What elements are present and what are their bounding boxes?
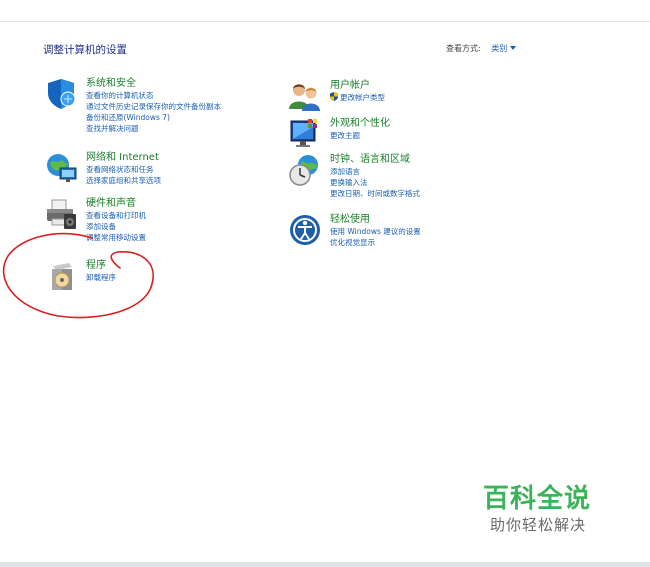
link-mobility-settings[interactable]: 调整常用移动设置 xyxy=(86,232,286,243)
uac-shield-icon xyxy=(330,92,338,101)
link-devices-printers[interactable]: 查看设备和打印机 xyxy=(86,210,286,221)
view-by-dropdown[interactable]: 类别 xyxy=(491,44,517,53)
category-title-appearance[interactable]: 外观和个性化 xyxy=(330,117,530,130)
link-homegroup-sharing[interactable]: 选择家庭组和共享选项 xyxy=(86,175,286,186)
link-change-theme[interactable]: 更改主题 xyxy=(330,130,530,141)
clock-globe-icon xyxy=(289,155,318,186)
link-add-device[interactable]: 添加设备 xyxy=(86,221,286,232)
link-windows-suggested-settings[interactable]: 使用 Windows 建议的设置 xyxy=(330,226,530,237)
link-uninstall-program[interactable]: 卸载程序 xyxy=(86,272,286,283)
watermark-logo-text: 百科全说 xyxy=(483,484,592,514)
page-title: 调整计算机的设置 xyxy=(43,44,127,56)
link-troubleshoot[interactable]: 查找并解决问题 xyxy=(86,123,286,134)
user-accounts-icon xyxy=(289,84,320,111)
link-change-date-time-format[interactable]: 更改日期、时间或数字格式 xyxy=(330,188,530,199)
link-change-account-type-label: 更改帐户类型 xyxy=(340,93,385,102)
watermark-slogan: 助你轻松解决 xyxy=(490,516,587,534)
category-title-programs[interactable]: 程序 xyxy=(86,259,286,272)
link-view-computer-status[interactable]: 查看你的计算机状态 xyxy=(86,90,286,101)
view-by: 查看方式: 类别 xyxy=(446,43,517,54)
chevron-down-icon xyxy=(510,46,517,50)
category-title-ease-of-access[interactable]: 轻松使用 xyxy=(330,213,530,226)
printer-hardware-icon xyxy=(47,199,76,229)
view-by-label: 查看方式: xyxy=(446,44,481,53)
category-title-network-internet[interactable]: 网络和 Internet xyxy=(86,151,286,164)
appearance-monitor-icon xyxy=(290,119,317,147)
programs-disk-box-icon xyxy=(52,263,72,290)
category-title-hardware-sound[interactable]: 硬件和声音 xyxy=(86,197,286,210)
system-security-shield-icon xyxy=(48,79,76,109)
link-optimize-visual-display[interactable]: 优化视觉显示 xyxy=(330,237,530,248)
top-divider xyxy=(0,21,650,22)
link-add-language[interactable]: 添加语言 xyxy=(330,166,530,177)
network-globe-icon xyxy=(47,154,77,182)
category-title-clock-language-region[interactable]: 时钟、语言和区域 xyxy=(330,153,530,166)
category-title-user-accounts[interactable]: 用户帐户 xyxy=(330,79,530,92)
bottom-border xyxy=(0,562,650,567)
link-file-history-backup[interactable]: 通过文件历史记录保存你的文件备份副本 xyxy=(86,101,286,112)
view-by-value: 类别 xyxy=(491,44,508,53)
link-change-account-type[interactable]: 更改帐户类型 xyxy=(330,92,530,103)
link-network-status[interactable]: 查看网络状态和任务 xyxy=(86,164,286,175)
link-change-input-method[interactable]: 更换输入法 xyxy=(330,177,530,188)
category-title-system-security[interactable]: 系统和安全 xyxy=(86,77,286,90)
link-backup-restore[interactable]: 备份和还原(Windows 7) xyxy=(86,112,286,123)
ease-of-access-icon xyxy=(290,215,320,245)
